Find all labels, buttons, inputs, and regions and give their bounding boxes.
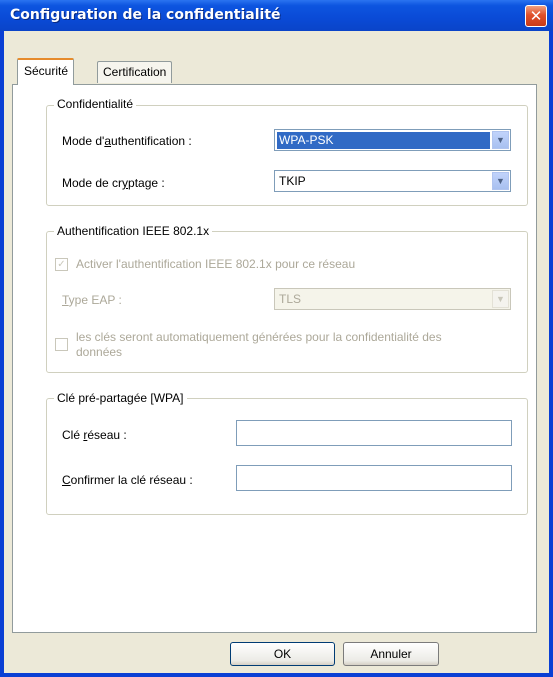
tab-certification[interactable]: Certification <box>97 61 173 83</box>
group-legend: Authentification IEEE 802.1x <box>54 224 213 238</box>
enable-ieee-label: Activer l'authentification IEEE 802.1x p… <box>76 257 356 271</box>
enable-ieee-checkbox[interactable]: ✓ <box>55 258 68 271</box>
auto-keys-label-line2: données <box>76 345 123 359</box>
ok-button[interactable]: OK <box>230 642 335 666</box>
crypt-mode-select[interactable]: TKIP ▼ <box>274 170 511 192</box>
confirm-key-label: Confirmer la clé réseau : <box>62 473 193 487</box>
check-icon: ✓ <box>57 259 66 270</box>
auto-keys-label: les clés seront automatiquement générées… <box>76 330 442 344</box>
close-icon: ✕ <box>529 7 543 25</box>
tab-label: Sécurité <box>24 64 69 78</box>
tab-label: Certification <box>103 65 167 79</box>
network-key-label: Clé réseau : <box>62 428 127 442</box>
chevron-down-icon[interactable]: ▼ <box>492 131 509 149</box>
network-key-input[interactable] <box>236 420 512 446</box>
group-psk <box>46 398 528 515</box>
group-legend: Clé pré-partagée [WPA] <box>54 391 187 405</box>
eap-type-value: TLS <box>279 292 302 306</box>
cancel-button[interactable]: Annuler <box>343 642 439 666</box>
close-button[interactable]: ✕ <box>525 5 547 27</box>
eap-type-label: Type EAP : <box>62 293 122 307</box>
crypt-mode-label: Mode de cryptage : <box>62 176 165 190</box>
window-title: Configuration de la confidentialité <box>10 7 281 23</box>
confirm-key-input[interactable] <box>236 465 512 491</box>
group-legend: Confidentialité <box>54 97 137 111</box>
auth-mode-value: WPA-PSK <box>277 132 490 149</box>
tab-securite[interactable]: Sécurité <box>17 58 75 85</box>
eap-type-select[interactable]: TLS ▼ <box>274 288 511 310</box>
auth-mode-select[interactable]: WPA-PSK ▼ <box>274 129 511 151</box>
auto-keys-checkbox[interactable] <box>55 338 68 351</box>
chevron-down-icon[interactable]: ▼ <box>492 290 509 308</box>
crypt-mode-value: TKIP <box>279 174 306 188</box>
chevron-down-icon[interactable]: ▼ <box>492 172 509 190</box>
auth-mode-label: Mode d'authentification : <box>62 134 192 148</box>
